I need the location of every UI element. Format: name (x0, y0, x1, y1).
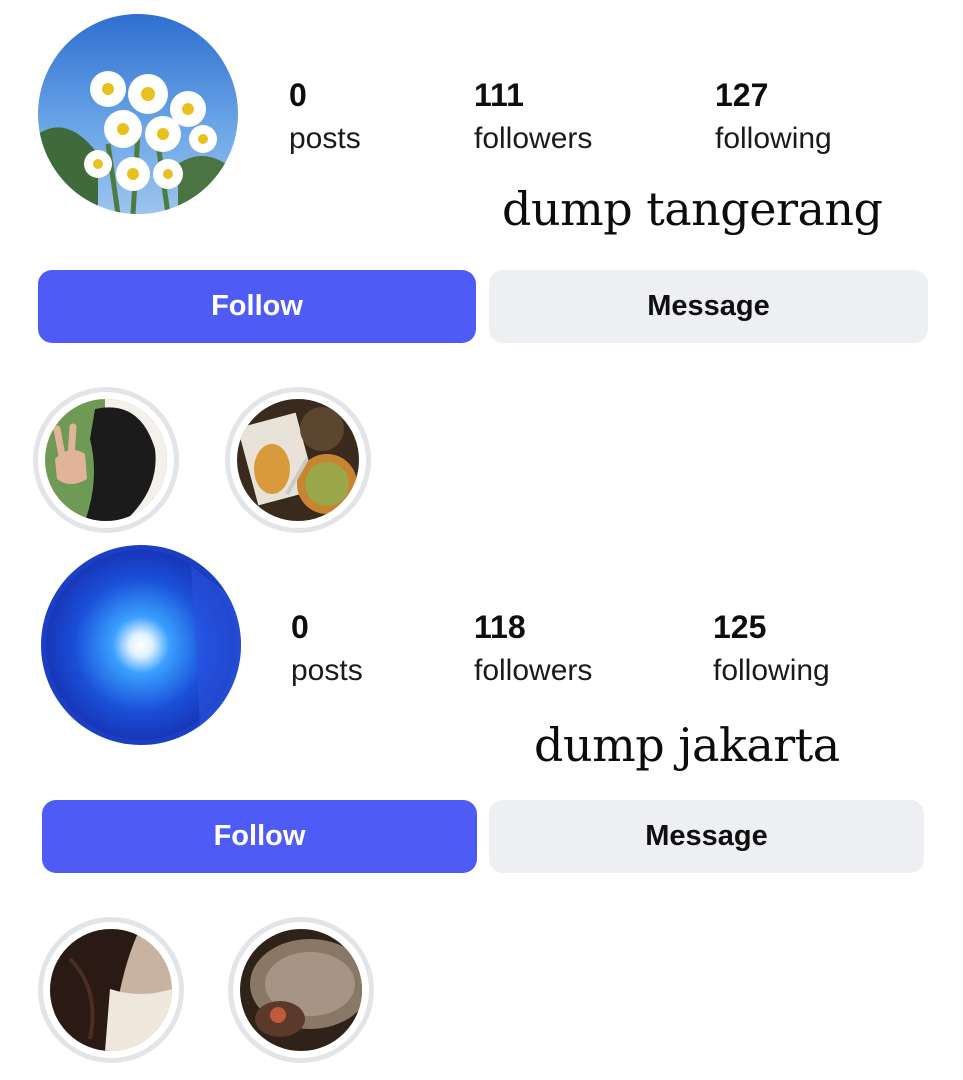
follow-button[interactable]: Follow (38, 270, 476, 343)
story-highlight-2[interactable] (225, 387, 371, 533)
stat-posts[interactable]: 0 posts (291, 610, 363, 688)
stat-posts-count: 0 (291, 609, 309, 645)
follow-button[interactable]: Follow (42, 800, 477, 873)
food-photo-icon (237, 399, 359, 521)
stat-following-label: following (715, 122, 832, 155)
stat-followers-count: 118 (474, 609, 526, 645)
stat-following-count: 127 (715, 77, 769, 113)
stat-followers-label: followers (474, 122, 593, 155)
daisy-photo-icon (38, 14, 238, 214)
profile-handle: dump jakarta (534, 718, 840, 772)
stat-posts-count: 0 (289, 77, 307, 113)
story-highlight-1[interactable] (33, 387, 179, 533)
story-highlight-2[interactable] (228, 917, 374, 1063)
stat-posts[interactable]: 0 posts (289, 78, 361, 156)
dark-hair-photo-icon (50, 929, 172, 1051)
peace-sign-photo-icon (45, 399, 167, 521)
stat-followers[interactable]: 111 followers (474, 78, 592, 156)
stat-posts-label: posts (291, 654, 363, 687)
stat-following[interactable]: 127 following (715, 78, 832, 156)
blue-light-photo-icon (41, 545, 241, 745)
story-highlight-1[interactable] (38, 917, 184, 1063)
stat-posts-label: posts (289, 122, 361, 155)
message-button[interactable]: Message (489, 800, 924, 873)
stat-following-count: 125 (713, 609, 767, 645)
stat-following[interactable]: 125 following (713, 610, 830, 688)
profile-avatar-daisy[interactable] (38, 14, 238, 214)
stat-following-label: following (713, 654, 830, 687)
stat-followers-label: followers (474, 654, 593, 687)
brown-dish-photo-icon (240, 929, 362, 1051)
stat-followers[interactable]: 118 followers (474, 610, 592, 688)
stat-followers-count: 111 (474, 77, 524, 113)
message-button[interactable]: Message (489, 270, 928, 343)
profile-handle: dump tangerang (502, 182, 883, 236)
profile-avatar-blue-light[interactable] (41, 545, 241, 745)
